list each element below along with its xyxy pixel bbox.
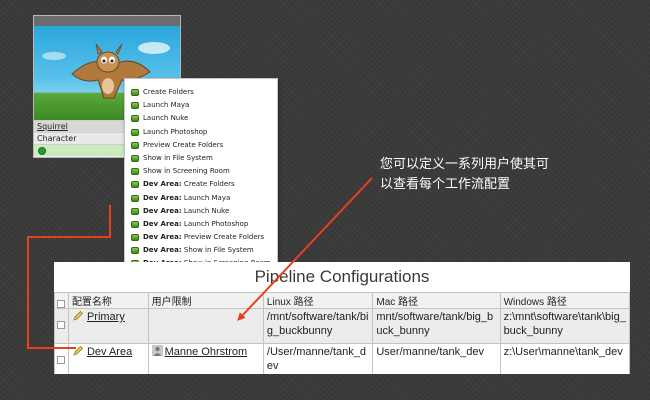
context-menu-item[interactable]: Launch Photoshop <box>125 126 277 139</box>
mac-path-cell[interactable]: User/manne/tank_dev <box>372 343 501 374</box>
menu-item-label: Launch Nuke <box>143 114 189 123</box>
context-menu-item[interactable]: Show in File System <box>125 152 277 165</box>
context-menu-item[interactable]: Launch Maya <box>125 99 277 112</box>
linux-path-cell[interactable]: /User/manne/tank_dev <box>262 343 374 374</box>
menu-item-label: Launch Maya <box>181 193 231 202</box>
row-select-cell[interactable] <box>54 308 69 344</box>
config-name-cell[interactable]: Dev Area <box>67 343 149 374</box>
menu-item-label: Launch Maya <box>143 101 190 110</box>
status-ok-icon <box>38 147 46 155</box>
column-header-linux-path[interactable]: Linux 路径 <box>262 292 374 309</box>
context-menu: Create Folders Launch Maya Launch Nuke Laun… <box>124 78 278 274</box>
menu-item-label: Show in File System <box>181 246 254 255</box>
context-menu-item[interactable]: Dev Area: Launch Nuke <box>125 205 277 218</box>
pipeline-configurations-panel: Pipeline Configurations 配置名称 用户限制 Linux … <box>54 262 630 374</box>
menu-item-prefix: Dev Area: <box>143 219 182 228</box>
select-all-checkbox[interactable] <box>57 299 66 308</box>
column-header-mac-path[interactable]: Mac 路径 <box>372 292 501 309</box>
pipeline-table: 配置名称 用户限制 Linux 路径 Mac 路径 Windows 路径 Pri… <box>54 292 630 374</box>
table-row[interactable]: Primary /mnt/software/tank/big_buckbunny… <box>54 308 630 344</box>
config-name-link[interactable]: Primary <box>87 311 125 323</box>
context-menu-item[interactable]: Launch Nuke <box>125 112 277 125</box>
toolkit-app-icon <box>131 247 139 255</box>
users-cell[interactable]: Manne Ohrstrom <box>147 343 264 374</box>
toolkit-app-icon <box>131 220 139 228</box>
context-menu-item[interactable]: Preview Create Folders <box>125 139 277 152</box>
linux-path-cell[interactable]: /mnt/software/tank/big_buckbunny <box>262 308 374 344</box>
user-icon <box>151 345 163 356</box>
context-menu-item[interactable]: Dev Area: Preview Create Folders <box>125 231 277 244</box>
toolkit-app-icon <box>131 102 139 110</box>
context-menu-item[interactable]: Dev Area: Launch Maya <box>125 192 277 205</box>
column-header-windows-path[interactable]: Windows 路径 <box>499 292 630 309</box>
menu-item-label: Launch Photoshop <box>143 127 208 136</box>
card-header-bar <box>34 16 180 26</box>
select-all-header[interactable] <box>54 292 69 309</box>
menu-item-label: Show in Screening Room <box>143 167 230 176</box>
toolkit-app-icon <box>131 234 139 242</box>
users-cell[interactable] <box>147 308 264 344</box>
pencil-icon <box>73 311 83 321</box>
panel-title: Pipeline Configurations <box>254 267 430 286</box>
toolkit-app-icon <box>131 168 139 176</box>
row-checkbox[interactable] <box>57 321 66 329</box>
config-name-link[interactable]: Dev Area <box>87 346 132 358</box>
menu-item-label: Preview Create Folders <box>181 233 265 242</box>
windows-path-cell[interactable]: z:\mnt\software\tank\big_buck_bunny <box>499 308 630 344</box>
pencil-icon <box>73 346 83 356</box>
annotation-line-2: 以查看每个工作流配置 <box>380 177 511 192</box>
row-checkbox[interactable] <box>57 356 66 364</box>
annotation-callout: 您可以定义一系列用户使其可 以查看每个工作流配置 <box>380 155 610 195</box>
menu-item-prefix: Dev Area: <box>143 246 182 255</box>
mac-path-cell[interactable]: mnt/software/tank/big_buck_bunny <box>372 308 501 344</box>
menu-item-label: Create Folders <box>181 180 235 189</box>
menu-item-prefix: Dev Area: <box>143 206 182 215</box>
menu-item-prefix: Dev Area: <box>143 193 182 202</box>
toolkit-app-icon <box>131 115 139 123</box>
menu-item-label: Preview Create Folders <box>143 140 224 149</box>
menu-item-prefix: Dev Area: <box>143 233 182 242</box>
context-menu-item[interactable]: Create Folders <box>125 86 277 99</box>
table-header-row: 配置名称 用户限制 Linux 路径 Mac 路径 Windows 路径 <box>54 292 630 309</box>
user-link[interactable]: Manne Ohrstrom <box>165 346 248 358</box>
toolkit-app-icon <box>131 128 139 136</box>
toolkit-app-icon <box>131 141 139 149</box>
menu-item-label: Launch Photoshop <box>181 219 249 228</box>
menu-item-label: Show in File System <box>143 153 213 162</box>
context-menu-item[interactable]: Dev Area: Launch Photoshop <box>125 218 277 231</box>
menu-item-label: Create Folders <box>143 88 194 96</box>
toolkit-app-icon <box>131 89 139 96</box>
context-menu-item[interactable]: Dev Area: Show in File System <box>125 244 277 257</box>
menu-item-label: Launch Nuke <box>181 206 230 215</box>
toolkit-app-icon <box>131 194 139 202</box>
annotation-line-1: 您可以定义一系列用户使其可 <box>380 157 550 172</box>
toolkit-app-icon <box>131 207 139 215</box>
column-header-users[interactable]: 用户限制 <box>147 292 264 309</box>
toolkit-app-icon <box>131 181 139 189</box>
context-menu-item[interactable]: Show in Screening Room <box>125 165 277 178</box>
toolkit-app-icon <box>131 154 139 162</box>
table-row[interactable]: Dev Area Manne Ohrstrom /User/manne/tank… <box>54 343 630 374</box>
context-menu-item[interactable]: Dev Area: Create Folders <box>125 178 277 191</box>
column-header-name[interactable]: 配置名称 <box>67 292 149 309</box>
row-select-cell[interactable] <box>54 343 69 374</box>
windows-path-cell[interactable]: z:\User\manne\tank_dev <box>499 343 630 374</box>
menu-item-prefix: Dev Area: <box>143 180 182 189</box>
config-name-cell[interactable]: Primary <box>67 308 149 344</box>
